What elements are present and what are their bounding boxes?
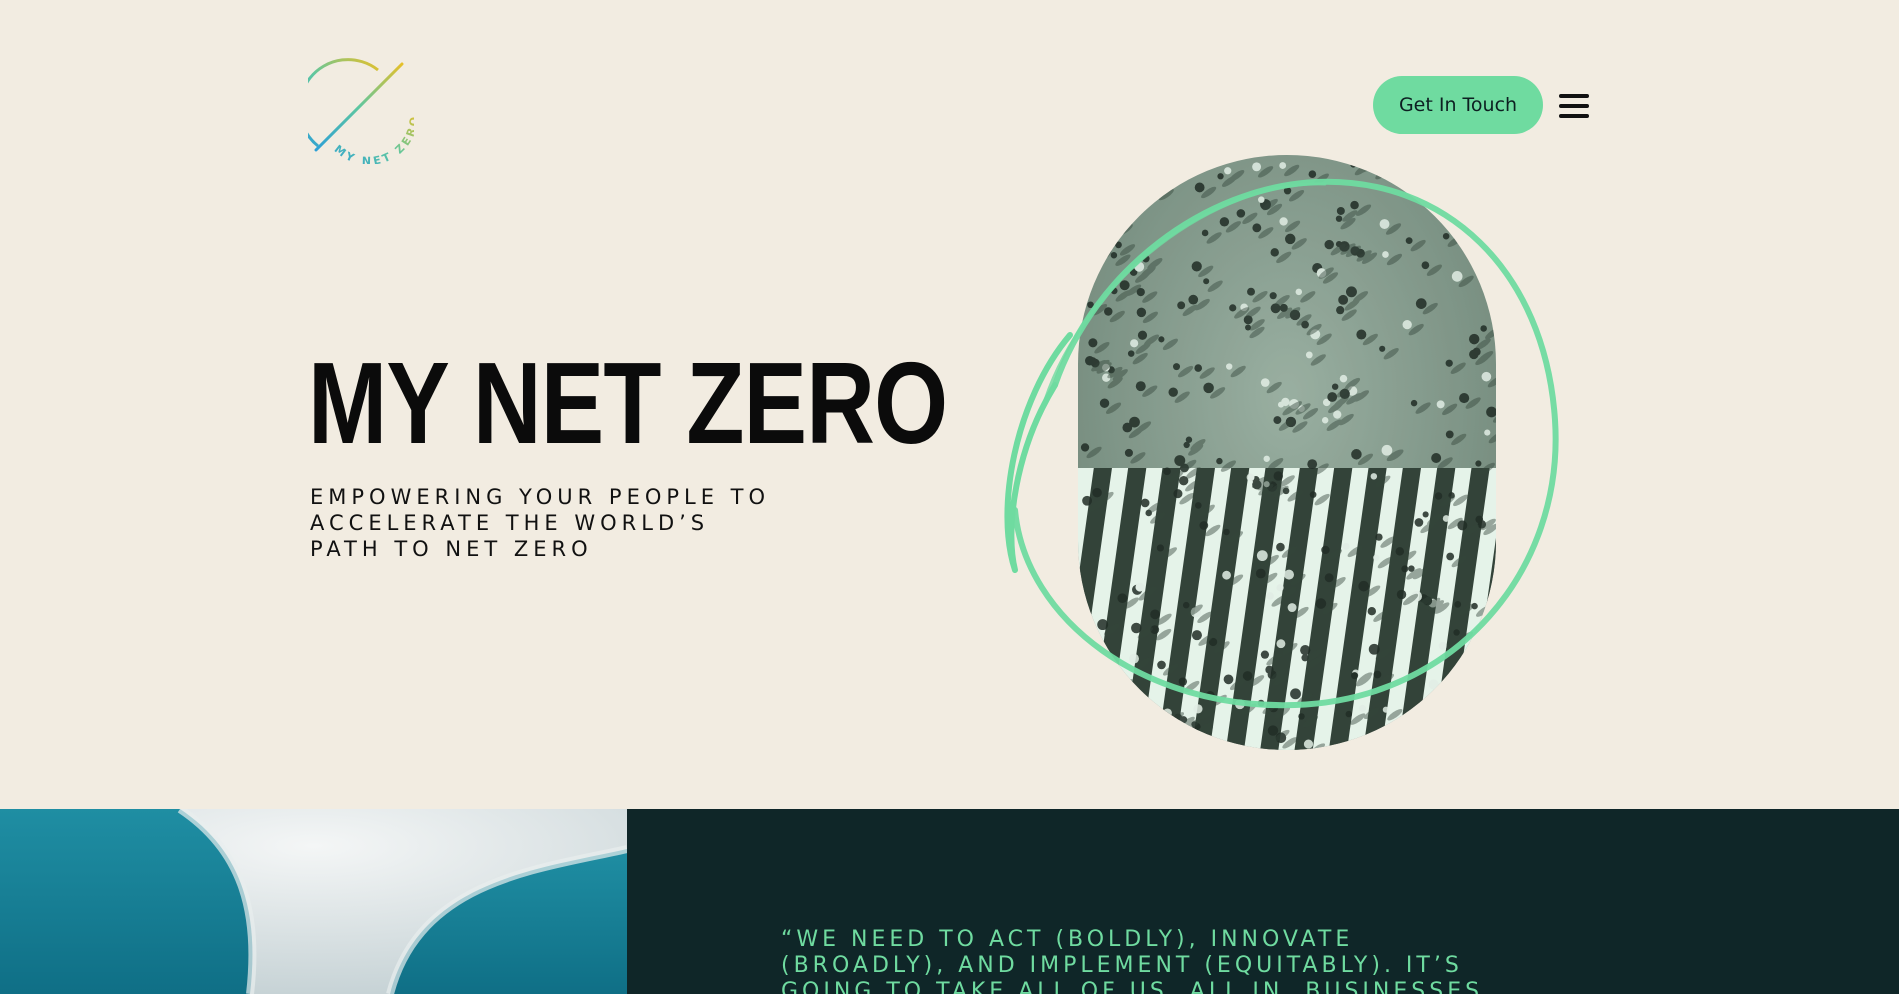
person-shadow	[1450, 718, 1466, 731]
person	[1158, 724, 1166, 733]
logo[interactable]: MY NET ZERO	[308, 58, 414, 164]
person	[1148, 156, 1159, 167]
hero-subtitle: EMPOWERING YOUR PEOPLE TO ACCELERATE THE…	[310, 484, 870, 562]
page: MY NET ZERO Get In Touch MY NET ZERO EMP…	[0, 0, 1899, 994]
person	[1460, 662, 1470, 673]
person	[1355, 158, 1363, 166]
menu-bar	[1559, 114, 1589, 118]
hero-subtitle-line: ACCELERATE THE WORLD’S	[310, 511, 710, 535]
person-shadow	[1141, 166, 1157, 179]
person	[1478, 683, 1486, 691]
hero-subtitle-line: EMPOWERING YOUR PEOPLE TO	[310, 485, 771, 509]
quote-panel: “WE NEED TO ACT (BOLDLY), INNOVATE (BROA…	[627, 809, 1899, 994]
quote-text: “WE NEED TO ACT (BOLDLY), INNOVATE (BROA…	[781, 927, 1641, 994]
get-in-touch-button[interactable]: Get In Touch	[1373, 76, 1543, 134]
menu-bar	[1559, 104, 1589, 108]
person-shadow	[1207, 748, 1223, 750]
person	[1470, 157, 1479, 165]
person	[1430, 175, 1437, 182]
person-shadow	[1483, 686, 1496, 698]
person-shadow	[1481, 221, 1496, 233]
quote-line: GOING TO TAKE ALL OF US, ALL IN. BUSINES…	[781, 979, 1484, 994]
person	[1353, 157, 1362, 166]
quote-line: “WE NEED TO ACT (BOLDLY), INNOVATE	[781, 927, 1354, 952]
person	[1151, 184, 1163, 195]
hero-subtitle-line: PATH TO NET ZERO	[310, 537, 593, 561]
person	[1481, 736, 1490, 745]
person-shadow	[1475, 160, 1492, 172]
person	[1444, 715, 1453, 724]
person	[1481, 261, 1488, 269]
person	[1443, 183, 1454, 193]
person-shadow	[1154, 161, 1171, 173]
person	[1150, 178, 1158, 186]
person-shadow	[1156, 740, 1172, 750]
person-shadow	[1449, 187, 1465, 199]
person-shadow	[1485, 208, 1496, 220]
person	[1113, 676, 1120, 684]
person	[1478, 203, 1489, 215]
person	[1090, 246, 1100, 256]
menu-bar	[1559, 94, 1589, 98]
person-shadow	[1487, 739, 1496, 750]
person	[1425, 718, 1434, 727]
person	[1483, 159, 1490, 167]
person	[1134, 162, 1145, 173]
person-shadow	[1410, 173, 1427, 186]
person-shadow	[1466, 666, 1482, 679]
person	[1202, 746, 1209, 750]
person	[1081, 732, 1092, 742]
person-shadow	[1087, 736, 1104, 748]
quote-line: (BROADLY), AND IMPLEMENT (EQUITABLY). IT…	[781, 953, 1463, 978]
person-shadow	[1430, 722, 1447, 734]
person	[1370, 165, 1378, 172]
hero-image	[1004, 155, 1559, 750]
ice-water-image	[0, 809, 627, 994]
person-shadow	[1163, 727, 1179, 740]
person-shadow	[1434, 177, 1450, 190]
person	[1150, 737, 1159, 746]
person-shadow	[1426, 740, 1442, 750]
person	[1405, 170, 1414, 179]
person	[1419, 735, 1430, 746]
person	[1112, 221, 1120, 229]
hero-title: MY NET ZERO	[308, 338, 948, 468]
person-shadow	[1482, 630, 1496, 642]
person	[1475, 217, 1484, 227]
hamburger-menu-icon[interactable]	[1559, 94, 1589, 118]
person-shadow	[1487, 162, 1496, 174]
